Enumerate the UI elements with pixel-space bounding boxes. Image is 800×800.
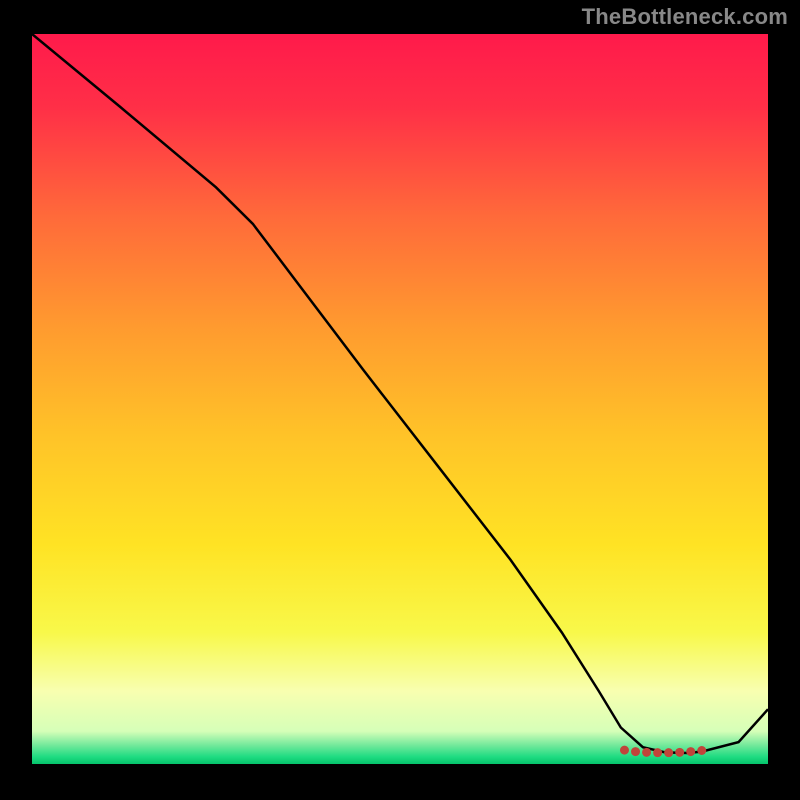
marker-dot (697, 746, 706, 755)
chart-svg (32, 34, 768, 764)
watermark-text: TheBottleneck.com (582, 4, 788, 30)
marker-dot (620, 746, 629, 755)
marker-dot (653, 748, 662, 757)
marker-dot (686, 747, 695, 756)
marker-dot (675, 748, 684, 757)
marker-dot (664, 748, 673, 757)
marker-dot (642, 748, 651, 757)
chart-background (32, 34, 768, 764)
chart-plot-area (32, 34, 768, 764)
chart-frame: TheBottleneck.com (0, 0, 800, 800)
marker-dot (631, 747, 640, 756)
